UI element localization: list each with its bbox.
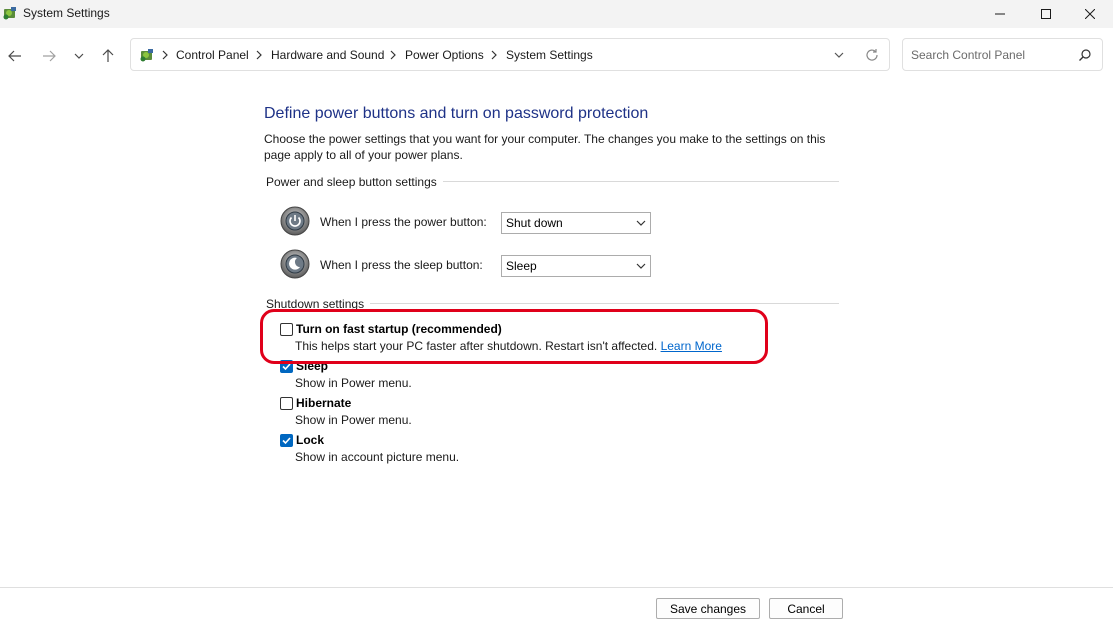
sleep-button-action-select[interactable]: Sleep — [501, 255, 651, 277]
chevron-right-icon — [390, 50, 396, 60]
forward-button[interactable] — [38, 45, 60, 67]
main-content: Define power buttons and turn on passwor… — [0, 82, 1113, 587]
chevron-down-icon[interactable] — [831, 48, 847, 62]
control-panel-icon — [3, 7, 16, 20]
sleep-button-label: When I press the sleep button: — [320, 258, 483, 272]
breadcrumb-hardware-and-sound[interactable]: Hardware and Sound — [271, 48, 384, 62]
sleep-option-description: Show in Power menu. — [295, 376, 412, 390]
chevron-down-icon — [636, 220, 646, 226]
save-changes-button[interactable]: Save changes — [656, 598, 760, 619]
search-input[interactable] — [911, 46, 1076, 64]
fast-startup-checkbox[interactable] — [280, 323, 293, 336]
minimize-icon — [995, 13, 1005, 15]
hibernate-checkbox[interactable] — [280, 397, 293, 410]
sleep-checkbox[interactable] — [280, 360, 293, 373]
lock-option-title[interactable]: Lock — [296, 433, 324, 447]
breadcrumb-system-settings[interactable]: System Settings — [506, 48, 593, 62]
arrow-right-icon — [43, 50, 56, 62]
footer-divider — [0, 587, 1113, 588]
lock-checkbox[interactable] — [280, 434, 293, 447]
sleep-option-title[interactable]: Sleep — [296, 359, 328, 373]
power-button-action-select[interactable]: Shut down — [501, 212, 651, 234]
search-box[interactable] — [902, 38, 1103, 71]
chevron-down-icon — [636, 263, 646, 269]
maximize-icon — [1041, 9, 1051, 19]
arrow-up-icon — [102, 49, 114, 62]
title-bar: System Settings — [0, 0, 1113, 28]
power-button-action-value: Shut down — [506, 216, 563, 230]
lock-option-description: Show in account picture menu. — [295, 450, 460, 464]
chevron-right-icon — [256, 50, 262, 60]
chevron-right-icon — [162, 50, 168, 60]
group-label-shutdown: Shutdown settings — [266, 297, 371, 311]
sleep-button-action-value: Sleep — [506, 259, 537, 273]
power-button-label: When I press the power button: — [320, 215, 487, 229]
fast-startup-description: This helps start your PC faster after sh… — [295, 339, 722, 353]
close-button[interactable] — [1067, 0, 1113, 28]
hibernate-option-title[interactable]: Hibernate — [296, 396, 351, 410]
hibernate-option-description: Show in Power menu. — [295, 413, 412, 427]
close-icon — [1085, 9, 1095, 19]
navigation-bar: Control Panel Hardware and Sound Power O… — [0, 28, 1113, 82]
sleep-button-icon — [280, 249, 310, 279]
up-button[interactable] — [97, 45, 119, 67]
minimize-button[interactable] — [977, 0, 1023, 28]
maximize-button[interactable] — [1023, 0, 1069, 28]
breadcrumb-power-options[interactable]: Power Options — [405, 48, 484, 62]
chevron-right-icon — [491, 50, 497, 60]
fast-startup-desc-text: This helps start your PC faster after sh… — [295, 339, 658, 353]
cancel-button[interactable]: Cancel — [769, 598, 843, 619]
power-button-icon — [280, 206, 310, 236]
page-intro: Choose the power settings that you want … — [264, 132, 826, 162]
recent-locations-button[interactable] — [68, 45, 90, 67]
group-label-power-sleep: Power and sleep button settings — [266, 175, 443, 189]
refresh-icon[interactable] — [864, 47, 880, 63]
checkmark-icon — [282, 437, 291, 445]
back-button[interactable] — [4, 45, 26, 67]
search-icon[interactable] — [1078, 48, 1092, 62]
annotation-highlight — [260, 309, 768, 364]
checkmark-icon — [282, 363, 291, 371]
control-panel-icon — [140, 49, 153, 62]
learn-more-link[interactable]: Learn More — [661, 339, 722, 353]
window-title: System Settings — [23, 6, 110, 20]
fast-startup-title[interactable]: Turn on fast startup (recommended) — [296, 322, 502, 336]
arrow-left-icon — [8, 50, 21, 62]
page-title: Define power buttons and turn on passwor… — [264, 105, 649, 122]
breadcrumb-control-panel[interactable]: Control Panel — [176, 48, 249, 62]
chevron-down-icon — [74, 53, 84, 59]
address-bar[interactable]: Control Panel Hardware and Sound Power O… — [130, 38, 890, 71]
